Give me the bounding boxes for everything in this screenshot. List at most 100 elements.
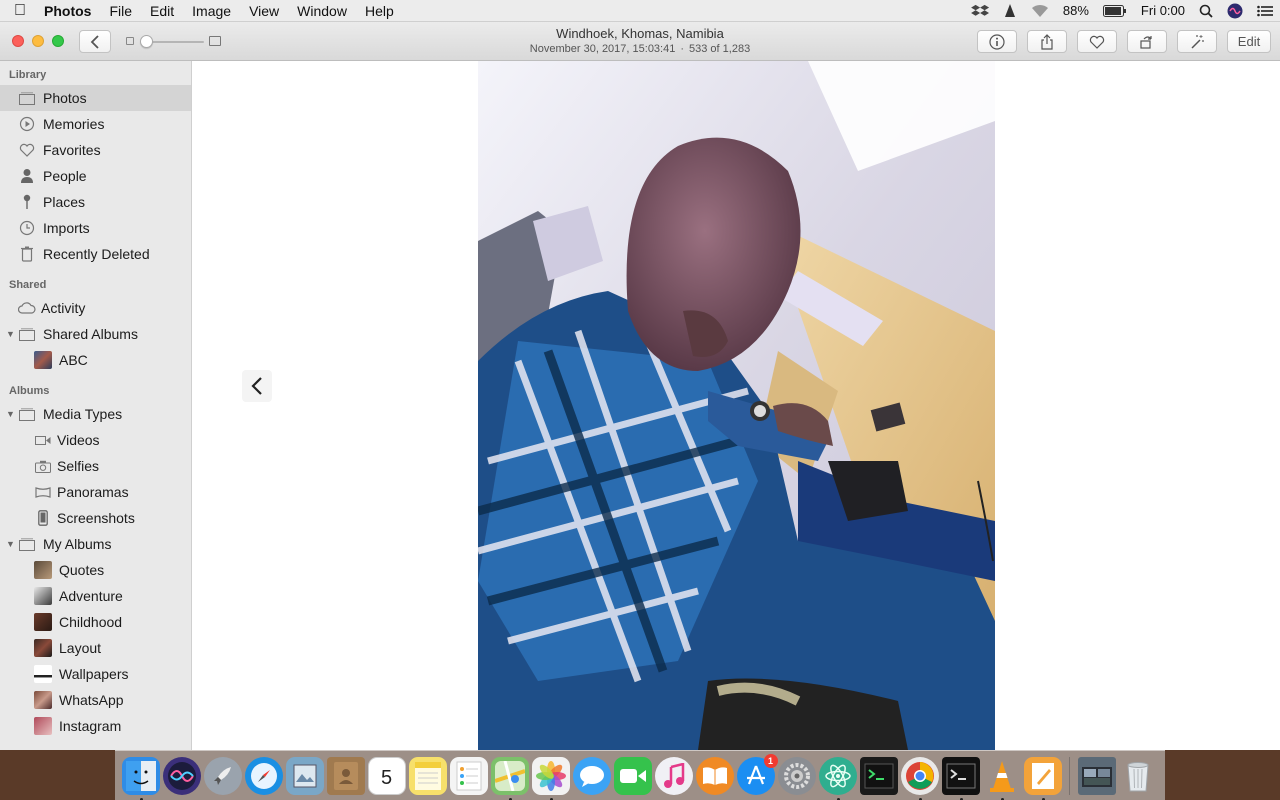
cloud-icon (16, 302, 38, 314)
dock-terminal-green[interactable] (859, 756, 898, 795)
vlc-menu-icon[interactable] (996, 3, 1024, 19)
battery-icon[interactable] (1096, 4, 1134, 17)
main-photo[interactable] (478, 61, 995, 750)
sidebar-item-label: Instagram (59, 718, 122, 734)
sidebar-item-imports[interactable]: Imports (0, 215, 191, 241)
dock-photos[interactable] (531, 756, 570, 800)
siri-icon[interactable] (1220, 3, 1250, 19)
dock-finder[interactable] (121, 756, 160, 800)
chrome-icon (905, 761, 934, 790)
sidebar-item-abc[interactable]: ABC (0, 347, 191, 373)
sidebar-item-label: Wallpapers (59, 666, 129, 682)
notification-center-icon[interactable] (1250, 5, 1280, 17)
menu-app-name[interactable]: Photos (40, 3, 100, 19)
sidebar-item-videos[interactable]: Videos (0, 427, 191, 453)
sidebar-item-selfies[interactable]: Selfies (0, 453, 191, 479)
sidebar-item-layout[interactable]: Layout (0, 635, 191, 661)
sidebar-item-childhood[interactable]: Childhood (0, 609, 191, 635)
dock-itunes[interactable] (654, 756, 693, 795)
dock-contacts[interactable] (326, 756, 365, 795)
battery-percent[interactable]: 88% (1056, 3, 1096, 18)
disclosure-triangle-icon[interactable]: ▼ (6, 329, 15, 339)
sidebar-item-media-types[interactable]: ▼ Media Types (0, 401, 191, 427)
sidebar-item-favorites[interactable]: Favorites (0, 137, 191, 163)
sidebar-item-label: Places (43, 194, 86, 210)
sidebar-item-instagram[interactable]: Instagram (0, 713, 191, 739)
close-window-button[interactable] (12, 35, 24, 47)
disclosure-triangle-icon[interactable]: ▼ (6, 539, 15, 549)
info-icon (989, 33, 1005, 50)
sidebar-item-whatsapp[interactable]: WhatsApp (0, 687, 191, 713)
dropbox-icon[interactable] (964, 4, 996, 18)
spotlight-search-icon[interactable] (1192, 4, 1220, 18)
menu-image[interactable]: Image (183, 3, 240, 19)
sidebar-item-photos[interactable]: Photos (0, 85, 191, 111)
zoom-knob[interactable] (140, 35, 153, 48)
menu-help[interactable]: Help (356, 3, 403, 19)
sidebar-item-places[interactable]: Places (0, 189, 191, 215)
fullscreen-window-button[interactable] (52, 35, 64, 47)
dock-pages[interactable] (1023, 756, 1062, 800)
dock-atom[interactable] (818, 756, 857, 800)
sidebar-item-recently-deleted[interactable]: Recently Deleted (0, 241, 191, 267)
sidebar-item-quotes[interactable]: Quotes (0, 557, 191, 583)
sidebar-item-my-albums[interactable]: ▼ My Albums (0, 531, 191, 557)
sidebar-item-wallpapers[interactable]: Wallpapers (0, 661, 191, 687)
album-icon (16, 327, 38, 341)
disclosure-triangle-icon[interactable]: ▼ (6, 409, 15, 419)
dock-ibooks[interactable] (695, 756, 734, 795)
minimize-window-button[interactable] (32, 35, 44, 47)
share-button[interactable] (1027, 30, 1067, 53)
apple-menu-icon[interactable]:  (0, 2, 40, 20)
info-button[interactable] (977, 30, 1017, 53)
rocket-icon (213, 766, 231, 785)
calendar-day: 5 (380, 767, 393, 789)
sidebar-item-shared-albums[interactable]: ▼ Shared Albums (0, 321, 191, 347)
menu-file[interactable]: File (100, 3, 141, 19)
dock-system-preferences[interactable] (777, 756, 816, 795)
chevron-left-icon (251, 377, 262, 395)
sidebar-item-memories[interactable]: Memories (0, 111, 191, 137)
sidebar-item-label: Memories (43, 116, 105, 132)
dock-preview[interactable] (285, 756, 324, 795)
dock-vlc[interactable] (983, 757, 1021, 800)
dock-launchpad[interactable] (203, 756, 242, 795)
favorite-button[interactable] (1077, 30, 1117, 53)
sidebar-item-people[interactable]: People (0, 163, 191, 189)
dock-screenshots-folder[interactable] (1077, 756, 1116, 795)
edit-button[interactable]: Edit (1227, 30, 1271, 53)
dock-calendar[interactable]: 5 (367, 756, 406, 795)
dock-facetime[interactable] (613, 756, 652, 795)
photo-subtitle: November 30, 2017, 15:03:41 · 533 of 1,283 (440, 42, 840, 56)
compass-icon (250, 762, 277, 789)
dock-terminal[interactable] (941, 756, 980, 800)
dock-notes[interactable] (408, 756, 447, 795)
sidebar-item-screenshots[interactable]: Screenshots (0, 505, 191, 531)
dock-maps[interactable] (490, 756, 529, 800)
menu-edit[interactable]: Edit (141, 3, 183, 19)
sidebar-item-panoramas[interactable]: Panoramas (0, 479, 191, 505)
menu-window[interactable]: Window (288, 3, 356, 19)
menu-view[interactable]: View (240, 3, 288, 19)
enhance-button[interactable] (1177, 30, 1217, 53)
sidebar-item-adventure[interactable]: Adventure (0, 583, 191, 609)
dock-reminders[interactable] (449, 756, 488, 795)
rotate-button[interactable] (1127, 30, 1167, 53)
sidebar-item-label: My Albums (43, 536, 112, 552)
photo-viewer (192, 61, 1280, 750)
dock-chrome[interactable] (900, 756, 939, 800)
back-button[interactable] (79, 30, 111, 53)
dock-messages[interactable] (572, 756, 611, 795)
dock-trash[interactable] (1119, 757, 1157, 795)
dock-safari[interactable] (244, 756, 283, 795)
clock[interactable]: Fri 0:00 (1134, 3, 1192, 18)
zoom-slider[interactable] (126, 34, 222, 50)
previous-photo-button[interactable] (242, 370, 272, 402)
sidebar-item-activity[interactable]: Activity (0, 295, 191, 321)
dock-app-store[interactable]: 1 (736, 753, 778, 795)
sidebar-item-label: Videos (57, 432, 100, 448)
dock-siri[interactable] (162, 756, 201, 795)
sidebar-item-label: Shared Albums (43, 326, 138, 342)
wifi-icon[interactable] (1024, 4, 1056, 18)
dock: 5 1 (115, 750, 1165, 800)
